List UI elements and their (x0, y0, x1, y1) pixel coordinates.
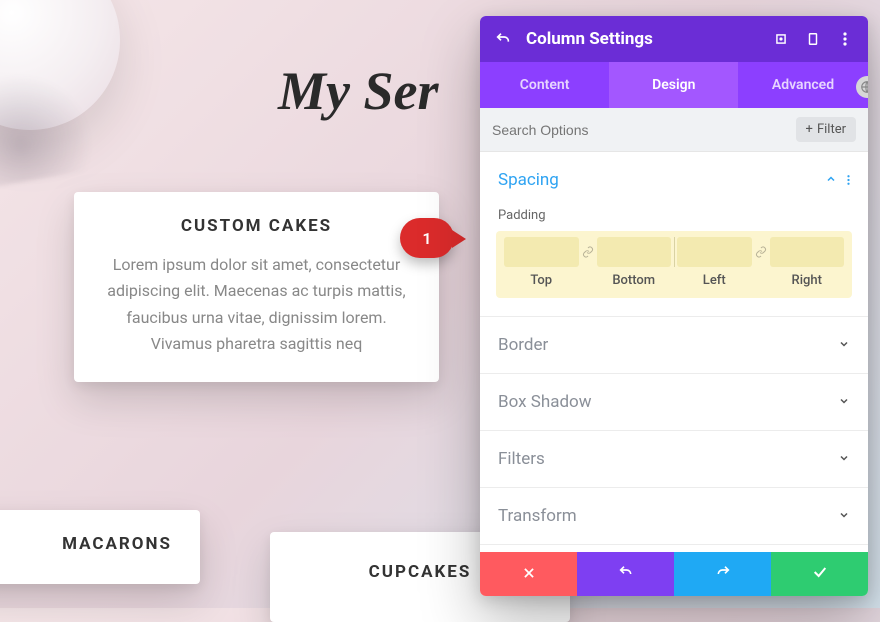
expand-icon[interactable] (772, 32, 790, 46)
section-head-box-shadow[interactable]: Box Shadow (480, 374, 868, 430)
tab-design[interactable]: Design (609, 62, 738, 108)
page-canvas: My Ser CUSTOM CAKES Lorem ipsum dolor si… (0, 0, 880, 608)
section-head-filters[interactable]: Filters (480, 431, 868, 487)
padding-grid: Top Bottom Left Right (496, 231, 852, 298)
link-icon[interactable] (579, 246, 597, 258)
undo-icon (618, 564, 634, 584)
padding-top-input[interactable] (504, 237, 579, 267)
section-filters: Filters (480, 431, 868, 488)
padding-left-label: Left (677, 273, 752, 288)
padding-bottom-input[interactable] (597, 237, 672, 267)
undo-icon[interactable] (494, 31, 512, 47)
annotation-number: 1 (422, 229, 431, 248)
padding-top-label: Top (504, 273, 579, 288)
filter-label: Filter (817, 122, 846, 137)
section-transform: Transform (480, 488, 868, 545)
cancel-button[interactable] (480, 552, 577, 596)
tab-content[interactable]: Content (480, 62, 609, 108)
panel-header: Column Settings (480, 16, 868, 62)
padding-heading: Padding (498, 208, 852, 223)
chevron-down-icon (838, 395, 850, 410)
more-icon[interactable] (836, 32, 854, 46)
panel-title: Column Settings (526, 29, 758, 49)
chevron-down-icon (838, 452, 850, 467)
section-head-transform[interactable]: Transform (480, 488, 868, 544)
redo-button[interactable] (674, 552, 771, 596)
padding-left-input[interactable] (677, 237, 752, 267)
chevron-down-icon (838, 509, 850, 524)
section-spacing: Spacing Padding (480, 152, 868, 317)
close-icon (522, 565, 536, 584)
section-label: Box Shadow (498, 392, 592, 412)
filter-button[interactable]: + Filter (796, 117, 856, 142)
section-label: Border (498, 335, 548, 355)
panel-body[interactable]: Spacing Padding (480, 152, 868, 552)
search-row: + Filter (480, 108, 868, 152)
save-button[interactable] (771, 552, 868, 596)
divider (674, 237, 675, 267)
card-custom-cakes[interactable]: CUSTOM CAKES Lorem ipsum dolor sit amet,… (74, 192, 439, 382)
padding-controls: Padding Top (480, 208, 868, 316)
link-icon[interactable] (752, 246, 770, 258)
column-settings-panel: Column Settings Content Design Advanced … (480, 16, 868, 596)
card-macarons[interactable]: MACARONS (0, 510, 200, 584)
section-border: Border (480, 317, 868, 374)
card-body: Lorem ipsum dolor sit amet, consectetur … (102, 252, 411, 358)
section-label: Spacing (498, 170, 559, 190)
section-box-shadow: Box Shadow (480, 374, 868, 431)
page-heading: My Ser (278, 60, 439, 122)
annotation-pointer-1: 1 (400, 218, 454, 258)
panel-tabs: Content Design Advanced (480, 62, 868, 108)
tab-advanced[interactable]: Advanced (738, 62, 867, 108)
chevron-down-icon (838, 338, 850, 353)
padding-bottom-label: Bottom (597, 273, 672, 288)
card-title: MACARONS (0, 534, 172, 554)
section-head-spacing[interactable]: Spacing (480, 152, 868, 208)
chevron-up-icon (825, 173, 837, 188)
more-icon[interactable] (847, 171, 850, 190)
tablet-preview-icon[interactable] (804, 32, 822, 46)
redo-icon (715, 564, 731, 584)
section-head-border[interactable]: Border (480, 317, 868, 373)
plus-icon: + (806, 122, 813, 137)
section-label: Transform (498, 506, 577, 526)
panel-footer (480, 552, 868, 596)
padding-right-input[interactable] (770, 237, 845, 267)
padding-right-label: Right (770, 273, 845, 288)
undo-button[interactable] (577, 552, 674, 596)
section-label: Filters (498, 449, 545, 469)
card-title: CUSTOM CAKES (102, 216, 411, 236)
search-input[interactable] (492, 122, 796, 138)
check-icon (812, 564, 828, 584)
